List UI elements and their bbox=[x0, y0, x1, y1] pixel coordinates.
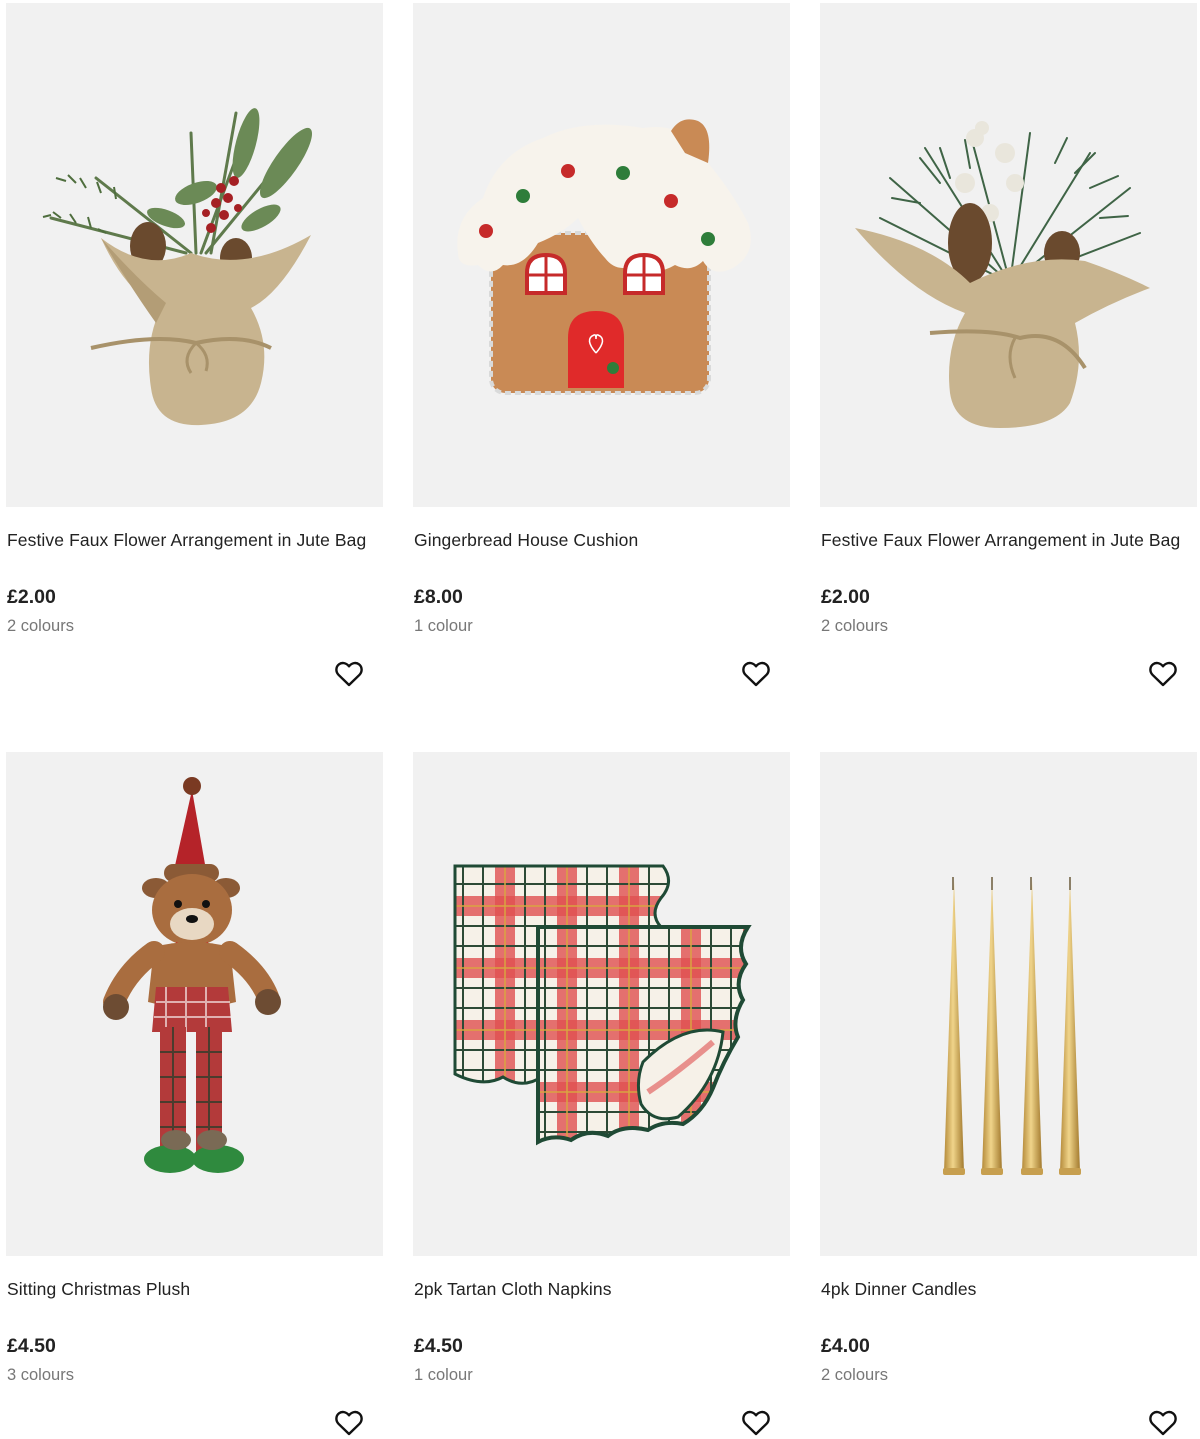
jute-bag-pine-arrangement-icon bbox=[855, 121, 1150, 428]
product-colours: 1 colour bbox=[414, 617, 473, 635]
product-title[interactable]: Festive Faux Flower Arrangement in Jute … bbox=[7, 530, 387, 551]
wishlist-button[interactable] bbox=[1147, 1407, 1179, 1439]
product-title[interactable]: Sitting Christmas Plush bbox=[7, 1279, 387, 1300]
heart-icon bbox=[335, 1410, 363, 1436]
product-title[interactable]: 2pk Tartan Cloth Napkins bbox=[414, 1279, 794, 1300]
heart-icon bbox=[1149, 661, 1177, 687]
wishlist-button[interactable] bbox=[740, 658, 772, 690]
heart-icon bbox=[742, 661, 770, 687]
product-title[interactable]: 4pk Dinner Candles bbox=[821, 1279, 1200, 1300]
wishlist-button[interactable] bbox=[1147, 658, 1179, 690]
heart-icon bbox=[335, 661, 363, 687]
product-price: £4.50 bbox=[414, 1335, 463, 1357]
product-colours: 3 colours bbox=[7, 1366, 74, 1384]
gold-candles-icon bbox=[943, 877, 1081, 1175]
wishlist-button[interactable] bbox=[333, 658, 365, 690]
heart-icon bbox=[742, 1410, 770, 1436]
product-title[interactable]: Festive Faux Flower Arrangement in Jute … bbox=[821, 530, 1200, 551]
product-price: £4.50 bbox=[7, 1335, 56, 1357]
wishlist-button[interactable] bbox=[333, 1407, 365, 1439]
product-colours: 2 colours bbox=[821, 1366, 888, 1384]
product-price: £2.00 bbox=[7, 586, 56, 608]
product-image[interactable] bbox=[6, 3, 383, 507]
product-price: £4.00 bbox=[821, 1335, 870, 1357]
wishlist-button[interactable] bbox=[740, 1407, 772, 1439]
gingerbread-house-icon bbox=[457, 119, 751, 395]
product-colours: 2 colours bbox=[7, 617, 74, 635]
product-image[interactable] bbox=[413, 752, 790, 1256]
product-image[interactable] bbox=[6, 752, 383, 1256]
product-price: £2.00 bbox=[821, 586, 870, 608]
reindeer-plush-icon bbox=[103, 777, 281, 1173]
tartan-napkins-icon bbox=[453, 864, 752, 1146]
product-image[interactable] bbox=[413, 3, 790, 507]
product-colours: 2 colours bbox=[821, 617, 888, 635]
product-price: £8.00 bbox=[414, 586, 463, 608]
heart-icon bbox=[1149, 1410, 1177, 1436]
product-image[interactable] bbox=[820, 752, 1197, 1256]
product-colours: 1 colour bbox=[414, 1366, 473, 1384]
product-title[interactable]: Gingerbread House Cushion bbox=[414, 530, 794, 551]
product-image[interactable] bbox=[820, 3, 1197, 507]
jute-bag-arrangement-icon bbox=[42, 108, 313, 426]
